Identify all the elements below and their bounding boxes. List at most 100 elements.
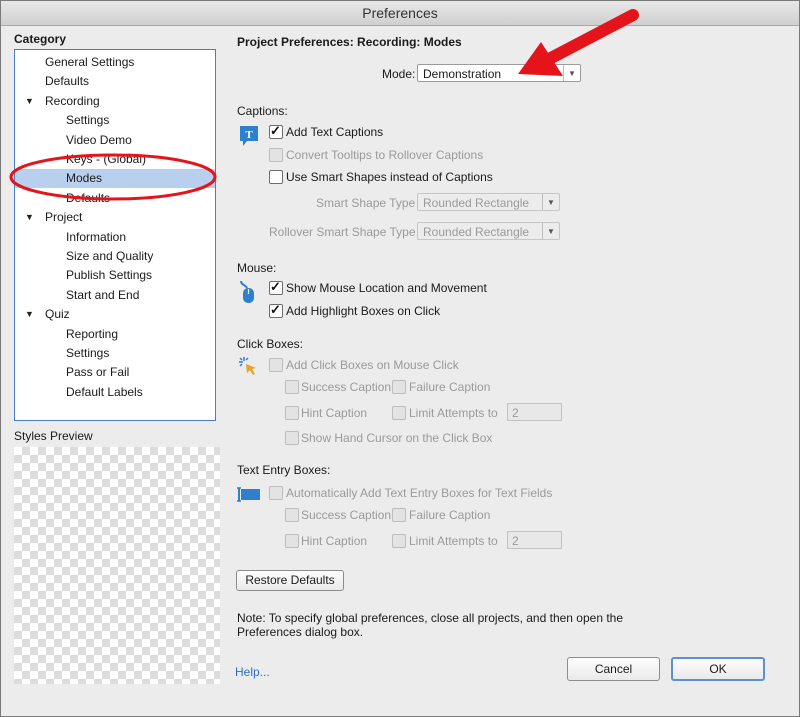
help-link[interactable]: Help... bbox=[235, 665, 270, 679]
window-title: Preferences bbox=[1, 1, 799, 26]
show-mouse-label: Show Mouse Location and Movement bbox=[286, 281, 487, 295]
click-failure-caption-checkbox[interactable] bbox=[392, 380, 406, 394]
add-click-boxes-checkbox[interactable] bbox=[269, 358, 283, 372]
entry-limit-attempts-input[interactable]: 2 bbox=[507, 531, 562, 549]
styles-preview-label: Styles Preview bbox=[14, 429, 93, 443]
entry-success-caption-checkbox[interactable] bbox=[285, 508, 299, 522]
sidebar-item[interactable]: Modes bbox=[15, 169, 215, 189]
sidebar-item[interactable]: Settings bbox=[15, 111, 215, 130]
category-tree[interactable]: General Settings Defaults ▼ Recording Settin… bbox=[14, 49, 216, 421]
entry-limit-attempts-label: Limit Attempts to bbox=[409, 534, 498, 548]
sidebar-item[interactable]: Settings bbox=[15, 344, 215, 363]
sidebar-item-label: Project bbox=[45, 210, 83, 225]
entry-hint-caption-checkbox[interactable] bbox=[285, 534, 299, 548]
sidebar-item[interactable]: ▼ Quiz bbox=[15, 305, 215, 324]
sidebar-item-label: Keys - (Global) bbox=[66, 152, 147, 166]
click-limit-attempts-label: Limit Attempts to bbox=[409, 406, 498, 420]
text-entry-section-title: Text Entry Boxes: bbox=[237, 463, 331, 477]
sidebar-item[interactable]: Pass or Fail bbox=[15, 363, 215, 382]
sidebar-item-label: Start and End bbox=[66, 287, 140, 302]
show-hand-cursor-label: Show Hand Cursor on the Click Box bbox=[301, 431, 493, 445]
sidebar-item[interactable]: ▼ Project bbox=[15, 208, 215, 227]
ok-button[interactable]: OK bbox=[671, 657, 765, 681]
sidebar-item[interactable]: Video Demo bbox=[15, 131, 215, 150]
sidebar-item-label: Video Demo bbox=[66, 132, 132, 147]
use-smart-shapes-label: Use Smart Shapes instead of Captions bbox=[286, 170, 493, 184]
click-success-caption-checkbox[interactable] bbox=[285, 380, 299, 394]
auto-add-text-entry-label: Automatically Add Text Entry Boxes for T… bbox=[286, 486, 553, 500]
add-text-captions-checkbox[interactable] bbox=[269, 123, 283, 139]
convert-tooltips-checkbox[interactable] bbox=[269, 148, 283, 162]
sidebar-item[interactable]: Defaults bbox=[15, 189, 215, 208]
sidebar-item-label: General Settings bbox=[45, 55, 135, 69]
entry-success-caption-label: Success Caption bbox=[301, 508, 392, 522]
sidebar-item-label: Default Labels bbox=[66, 384, 143, 399]
use-smart-shapes-checkbox[interactable] bbox=[269, 170, 283, 184]
restore-defaults-button[interactable]: Restore Defaults bbox=[236, 570, 344, 591]
chevron-down-icon: ▼ bbox=[563, 65, 580, 81]
smart-shape-type-value: Rounded Rectangle bbox=[423, 196, 530, 210]
expand-triangle-icon[interactable]: ▼ bbox=[25, 208, 34, 227]
sidebar-item-label: Information bbox=[66, 229, 127, 244]
sidebar-item-label: Quiz bbox=[45, 307, 70, 322]
sidebar-item-label: Publish Settings bbox=[66, 268, 153, 283]
sidebar-item[interactable]: Publish Settings bbox=[15, 266, 215, 285]
sidebar-item-label: Reporting bbox=[66, 326, 119, 341]
svg-text:T: T bbox=[245, 129, 253, 141]
page-title: Project Preferences: Recording: Modes bbox=[237, 35, 462, 49]
click-hint-caption-checkbox[interactable] bbox=[285, 406, 299, 420]
sidebar-item[interactable]: Size and Quality bbox=[15, 247, 215, 266]
sidebar-item-label: Size and Quality bbox=[66, 249, 154, 263]
auto-add-text-entry-checkbox[interactable] bbox=[269, 486, 283, 500]
category-label: Category bbox=[14, 32, 67, 46]
click-boxes-section-title: Click Boxes: bbox=[237, 337, 304, 351]
mode-select[interactable]: Demonstration ▼ bbox=[417, 64, 581, 82]
text-caption-icon: T bbox=[240, 126, 258, 146]
click-limit-attempts-checkbox[interactable] bbox=[392, 406, 406, 420]
expand-triangle-icon[interactable]: ▼ bbox=[25, 92, 34, 111]
mouse-icon bbox=[240, 280, 254, 303]
entry-hint-caption-label: Hint Caption bbox=[301, 534, 368, 548]
sidebar-item-label: Recording bbox=[45, 93, 100, 108]
sidebar-item[interactable]: Keys - (Global) bbox=[15, 150, 215, 169]
sidebar-item[interactable]: Start and End bbox=[15, 286, 215, 305]
add-highlight-checkbox[interactable] bbox=[269, 302, 283, 318]
sidebar-item[interactable]: General Settings bbox=[15, 53, 215, 72]
rollover-shape-type-value: Rounded Rectangle bbox=[423, 225, 530, 239]
smart-shape-type-select[interactable]: Rounded Rectangle ▼ bbox=[417, 193, 560, 211]
sidebar-item-label: Modes bbox=[66, 171, 103, 186]
text-entry-icon bbox=[237, 487, 260, 502]
show-hand-cursor-checkbox[interactable] bbox=[285, 431, 299, 445]
rollover-shape-type-label: Rollover Smart Shape Type bbox=[269, 225, 416, 239]
cancel-button[interactable]: Cancel bbox=[567, 657, 660, 681]
convert-tooltips-label: Convert Tooltips to Rollover Captions bbox=[286, 148, 484, 162]
expand-triangle-icon[interactable]: ▼ bbox=[25, 305, 34, 324]
styles-preview bbox=[14, 447, 220, 684]
rollover-shape-type-select[interactable]: Rounded Rectangle ▼ bbox=[417, 222, 560, 240]
entry-limit-attempts-checkbox[interactable] bbox=[392, 534, 406, 548]
chevron-down-icon: ▼ bbox=[542, 194, 559, 210]
sidebar-item-label: Settings bbox=[66, 346, 110, 360]
mode-label: Mode: bbox=[382, 67, 416, 81]
entry-failure-caption-label: Failure Caption bbox=[409, 508, 491, 522]
mode-select-value: Demonstration bbox=[423, 67, 502, 81]
sidebar-item[interactable]: Defaults bbox=[15, 72, 215, 91]
click-failure-caption-label: Failure Caption bbox=[409, 380, 491, 394]
sidebar-item[interactable]: Reporting bbox=[15, 325, 215, 344]
sidebar-item[interactable]: Default Labels bbox=[15, 383, 215, 402]
chevron-down-icon: ▼ bbox=[542, 223, 559, 239]
sidebar-item-label: Defaults bbox=[66, 190, 111, 205]
preferences-dialog: Preferences Category General Settings Def… bbox=[0, 0, 800, 717]
show-mouse-checkbox[interactable] bbox=[269, 279, 283, 295]
click-hint-caption-label: Hint Caption bbox=[301, 406, 368, 420]
mouse-section-title: Mouse: bbox=[237, 261, 277, 275]
click-limit-attempts-input[interactable]: 2 bbox=[507, 403, 562, 421]
note-text: Note: To specify global preferences, clo… bbox=[237, 611, 624, 639]
click-success-caption-label: Success Caption bbox=[301, 380, 392, 394]
add-text-captions-label: Add Text Captions bbox=[286, 125, 384, 139]
sidebar-item-label: Pass or Fail bbox=[66, 365, 130, 380]
sidebar-item[interactable]: Information bbox=[15, 228, 215, 247]
entry-failure-caption-checkbox[interactable] bbox=[392, 508, 406, 522]
sidebar-item[interactable]: ▼ Recording bbox=[15, 92, 215, 111]
click-box-icon bbox=[239, 357, 256, 375]
